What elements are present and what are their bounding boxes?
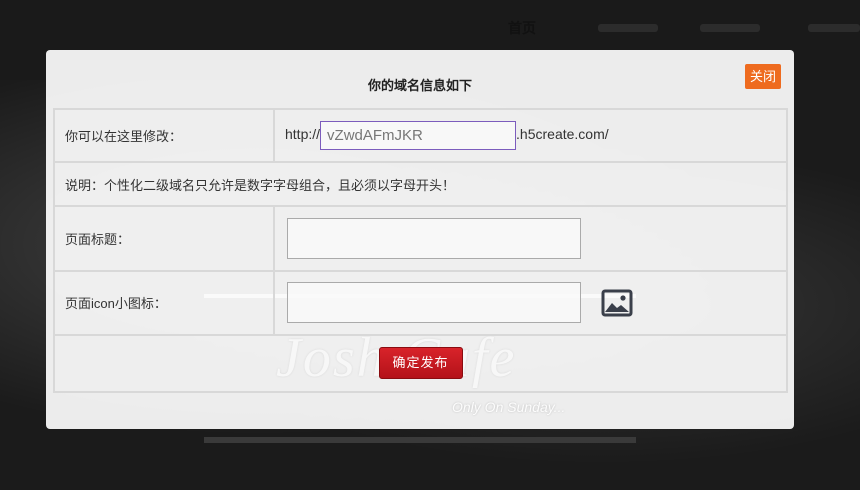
domain-rule-note: 说明：个性化二级域名只允许是数字字母组合，且必须以字母开头！ xyxy=(53,161,788,208)
page-title-label: 页面标题： xyxy=(53,205,275,272)
url-prefix: http:// xyxy=(285,126,321,143)
page-icon-label: 页面icon小图标： xyxy=(53,269,275,336)
page-icon-input[interactable] xyxy=(287,282,581,324)
page-title-cell xyxy=(273,205,788,272)
page-title-input[interactable] xyxy=(287,217,581,259)
nav-link-obscured-1[interactable] xyxy=(598,24,658,32)
domain-field-cell: http:// .h5create.com/ xyxy=(273,107,788,164)
close-button[interactable]: 关闭 xyxy=(745,64,781,89)
domain-form-table: 你可以在这里修改： http:// .h5create.com/ 说明：个性化二级… xyxy=(53,107,788,394)
dialog-title: 你的域名信息如下 xyxy=(367,78,472,93)
note-row: 说明：个性化二级域名只允许是数字字母组合，且必须以字母开头！ xyxy=(53,161,788,208)
hero-progress-bar xyxy=(204,437,636,443)
watermark-subtitle: Only On Sunday... xyxy=(452,399,566,415)
image-upload-icon[interactable] xyxy=(601,289,633,317)
page-title-row: 页面标题： xyxy=(53,205,788,272)
submit-row: 确定发布 xyxy=(53,333,788,394)
domain-row: 你可以在这里修改： http:// .h5create.com/ xyxy=(53,107,788,164)
nav-home-link[interactable]: 首页 xyxy=(508,18,536,38)
page-icon-cell xyxy=(273,269,788,336)
submit-cell: 确定发布 xyxy=(53,333,788,394)
domain-settings-dialog: Josh Cafe Only On Sunday... 你的域名信息如下 关闭 … xyxy=(46,50,794,429)
url-suffix: .h5create.com/ xyxy=(516,126,609,143)
page-icon-row: 页面icon小图标： xyxy=(53,269,788,336)
publish-button[interactable]: 确定发布 xyxy=(378,347,463,380)
domain-label: 你可以在这里修改： xyxy=(53,107,275,164)
page-icon-field-group xyxy=(285,282,786,324)
subdomain-input[interactable] xyxy=(320,121,517,151)
nav-link-obscured-2[interactable] xyxy=(700,24,760,32)
nav-link-obscured-3[interactable] xyxy=(808,24,860,32)
